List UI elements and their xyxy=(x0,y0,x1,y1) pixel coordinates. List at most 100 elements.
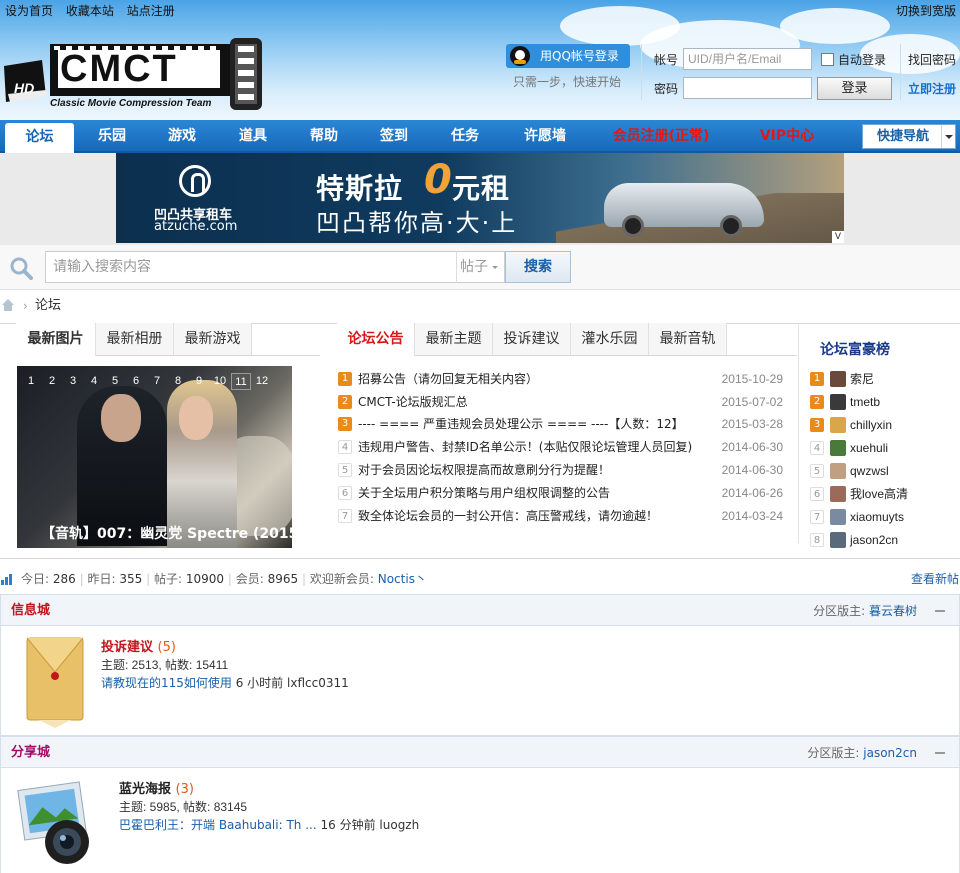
avatar[interactable] xyxy=(830,371,846,387)
site-logo[interactable]: CMCT HD Classic Movie Compression Team xyxy=(2,36,264,112)
rich-user-name[interactable]: jason2cn xyxy=(850,529,898,551)
widescreen-link[interactable]: 切换到宽版 xyxy=(896,4,956,18)
moderator-link[interactable]: jason2cn xyxy=(863,746,917,760)
carousel-page[interactable]: 1 xyxy=(21,373,41,390)
tab-forum-notices[interactable]: 论坛公告 xyxy=(337,323,415,356)
login-button[interactable]: 登录 xyxy=(817,77,892,100)
search-type-select[interactable]: 帖子 xyxy=(456,251,505,283)
list-item[interactable]: 4 违规用户警告、封禁ID名单公示！(本贴仅限论坛管理人员回复) 2014-06… xyxy=(338,436,788,458)
newest-member-link[interactable]: Noctis丶 xyxy=(378,572,427,586)
set-home-link[interactable]: 设为首页 xyxy=(5,4,53,18)
forum-name[interactable]: 投诉建议 (5) xyxy=(101,636,176,655)
nav-item-props[interactable]: 道具 xyxy=(225,120,281,153)
rich-user-name[interactable]: tmetb xyxy=(850,391,880,413)
last-post-link[interactable]: 巴霍巴利王：开端 Baahubali: Th ... xyxy=(119,818,317,832)
carousel-page-active[interactable]: 11 xyxy=(231,373,251,390)
account-input[interactable]: UID/用户名/Email xyxy=(683,48,812,70)
nav-item-forum[interactable]: 论坛 xyxy=(5,123,74,153)
site-register-link[interactable]: 站点注册 xyxy=(127,4,175,18)
list-item[interactable]: 6 关于全坛用户积分策略与用户组权限调整的公告 2014-06-26 xyxy=(338,482,788,504)
envelope-folder-icon[interactable] xyxy=(19,632,91,730)
avatar[interactable] xyxy=(830,440,846,456)
forum-title[interactable]: 投诉建议 xyxy=(101,640,153,655)
qq-login-button[interactable]: 用QQ帐号登录 xyxy=(506,44,630,68)
rich-list-item[interactable]: 3 chillyxin xyxy=(810,414,960,436)
register-now-link[interactable]: 立即注册 xyxy=(908,80,956,97)
collapse-icon[interactable] xyxy=(935,752,945,754)
avatar[interactable] xyxy=(830,394,846,410)
avatar[interactable] xyxy=(830,417,846,433)
carousel-page[interactable]: 12 xyxy=(252,373,272,390)
carousel-page[interactable]: 7 xyxy=(147,373,167,390)
notice-title[interactable]: 关于全坛用户积分策略与用户组权限调整的公告 xyxy=(358,482,610,504)
list-item[interactable]: 5 对于会员因论坛权限提高而故意刷分行为提醒！ 2014-06-30 xyxy=(338,459,788,481)
tab-water-paradise[interactable]: 灌水乐园 xyxy=(571,323,649,355)
nav-item-games[interactable]: 游戏 xyxy=(154,120,210,153)
ad-banner[interactable]: 凹凸共享租车 atzuche.com 特斯拉 0 元租 凹凸帮你高·大·上 V xyxy=(116,153,844,243)
breadcrumb-forum[interactable]: 论坛 xyxy=(35,296,61,316)
rich-list-item[interactable]: 8 jason2cn xyxy=(810,529,960,551)
list-item[interactable]: 2 CMCT-论坛版规汇总 2015-07-02 xyxy=(338,391,788,413)
tab-latest-threads[interactable]: 最新主题 xyxy=(415,323,493,355)
search-button[interactable]: 搜索 xyxy=(505,251,571,283)
auto-login-checkbox[interactable] xyxy=(821,53,834,66)
tab-latest-games[interactable]: 最新游戏 xyxy=(174,323,252,355)
last-post-user[interactable]: lxflcc0311 xyxy=(287,676,349,690)
rich-list-item[interactable]: 4 xuehuli xyxy=(810,437,960,459)
carousel-page[interactable]: 9 xyxy=(189,373,209,390)
rich-list-item[interactable]: 1 索尼 xyxy=(810,368,960,390)
carousel-page[interactable]: 5 xyxy=(105,373,125,390)
carousel-page[interactable]: 8 xyxy=(168,373,188,390)
rich-user-name[interactable]: chillyxin xyxy=(850,414,892,436)
notice-title[interactable]: 违规用户警告、封禁ID名单公示！(本贴仅限论坛管理人员回复) xyxy=(358,436,692,458)
tab-complaints[interactable]: 投诉建议 xyxy=(493,323,571,355)
section-header-info-city[interactable]: 信息城 分区版主: 暮云春树 xyxy=(0,594,960,626)
tab-latest-albums[interactable]: 最新相册 xyxy=(96,323,174,355)
avatar[interactable] xyxy=(830,486,846,502)
home-icon[interactable] xyxy=(1,298,15,312)
bookmark-link[interactable]: 收藏本站 xyxy=(66,4,114,18)
rich-user-name[interactable]: xuehuli xyxy=(850,437,888,459)
password-input[interactable] xyxy=(683,77,812,99)
carousel-page[interactable]: 10 xyxy=(210,373,230,390)
rich-list-item[interactable]: 6 我love高清 xyxy=(810,483,960,505)
view-new-posts-link[interactable]: 查看新帖 xyxy=(911,569,959,589)
tab-latest-images[interactable]: 最新图片 xyxy=(16,323,96,356)
carousel-page[interactable]: 2 xyxy=(42,373,62,390)
nav-item-vip-center[interactable]: VIP中心 xyxy=(749,120,825,153)
rich-user-name[interactable]: xiaomuyts xyxy=(850,506,904,528)
notice-title[interactable]: 致全体论坛会员的一封公开信：高压警戒线，请勿逾越！ xyxy=(358,505,658,527)
quick-nav-dropdown[interactable]: 快捷导航 xyxy=(862,124,956,149)
notice-title[interactable]: 招募公告（请勿回复无相关内容） xyxy=(358,368,538,390)
notice-title[interactable]: ---- ==== 严重违规会员处理公示 ==== ----【人数：12】 xyxy=(358,413,684,435)
list-item[interactable]: 3 ---- ==== 严重违规会员处理公示 ==== ----【人数：12】 … xyxy=(338,413,788,435)
nav-item-paradise[interactable]: 乐园 xyxy=(84,120,140,153)
carousel-caption[interactable]: 【音轨】007：幽灵党 Spectre (2015 xyxy=(17,520,292,548)
forum-name[interactable]: 蓝光海报 (3) xyxy=(119,778,194,797)
carousel-page[interactable]: 6 xyxy=(126,373,146,390)
nav-item-wish-wall[interactable]: 许愿墙 xyxy=(509,120,581,153)
forum-title[interactable]: 蓝光海报 xyxy=(119,782,171,797)
notice-title[interactable]: 对于会员因论坛权限提高而故意刷分行为提醒！ xyxy=(358,459,610,481)
search-input[interactable]: 请输入搜索内容 xyxy=(45,251,457,283)
rich-user-name[interactable]: 索尼 xyxy=(850,368,874,390)
photo-camera-icon[interactable] xyxy=(15,776,99,868)
avatar[interactable] xyxy=(830,463,846,479)
nav-item-member-register[interactable]: 会员注册(正常) xyxy=(601,120,721,153)
moderator-link[interactable]: 暮云春树 xyxy=(869,604,917,618)
avatar[interactable] xyxy=(830,532,846,548)
last-post-link[interactable]: 请教现在的115如何使用 xyxy=(101,676,232,690)
rich-list-item[interactable]: 7 xiaomuyts xyxy=(810,506,960,528)
rich-user-name[interactable]: 我love高清 xyxy=(850,483,908,505)
rich-list-item[interactable]: 2 tmetb xyxy=(810,391,960,413)
carousel-page[interactable]: 3 xyxy=(63,373,83,390)
list-item[interactable]: 1 招募公告（请勿回复无相关内容） 2015-10-29 xyxy=(338,368,788,390)
rich-user-name[interactable]: qwzwsl xyxy=(850,460,889,482)
nav-item-help[interactable]: 帮助 xyxy=(296,120,352,153)
section-header-share-city[interactable]: 分享城 分区版主: jason2cn xyxy=(0,736,960,768)
nav-item-signin[interactable]: 签到 xyxy=(366,120,422,153)
forgot-password-link[interactable]: 找回密码 xyxy=(908,51,956,68)
last-post-user[interactable]: luogzh xyxy=(379,818,419,832)
collapse-icon[interactable] xyxy=(935,610,945,612)
nav-item-tasks[interactable]: 任务 xyxy=(437,120,493,153)
